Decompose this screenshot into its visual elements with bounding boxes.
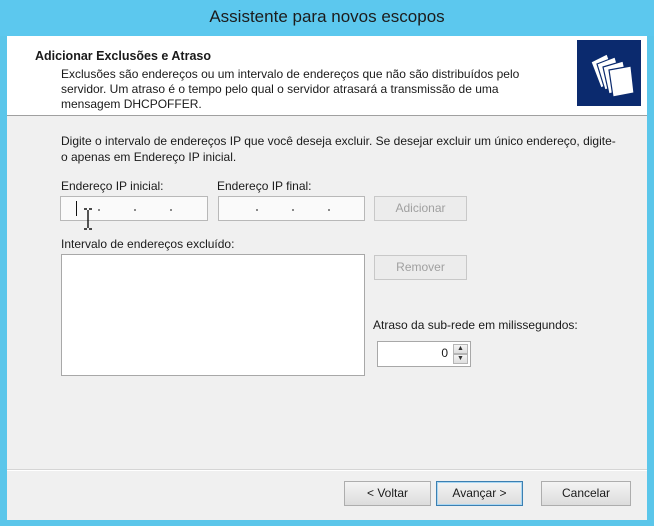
ip-dot-separator [170,209,172,211]
footer-separator [7,469,647,471]
instructions-text: Digite o intervalo de endereços IP que v… [61,134,616,164]
wizard-dialog: Adicionar Exclusões e Atraso Exclusões s… [7,36,647,520]
ip-dot-separator [98,209,100,211]
folders-icon [577,40,641,106]
page-description: Exclusões são endereços ou um intervalo … [61,67,520,111]
end-ip-label: Endereço IP final: [217,179,312,193]
ip-dot-separator [328,209,330,211]
ip-dot-separator [134,209,136,211]
wizard-header: Adicionar Exclusões e Atraso Exclusões s… [7,36,647,116]
delay-spinner[interactable]: 0 ▲ ▼ [377,341,471,367]
delay-label: Atraso da sub-rede em milissegundos: [373,318,578,332]
text-caret [76,201,77,216]
next-button[interactable]: Avançar > [436,481,523,506]
spin-up-arrow-icon[interactable]: ▲ [453,344,468,354]
window-title: Assistente para novos escopos [209,7,445,26]
page-title: Adicionar Exclusões e Atraso [35,49,211,63]
start-ip-label: Endereço IP inicial: [61,179,164,193]
spin-down-arrow-icon[interactable]: ▼ [453,354,468,364]
back-button[interactable]: < Voltar [344,481,431,506]
excluded-range-label: Intervalo de endereços excluído: [61,237,235,251]
add-button[interactable]: Adicionar [374,196,467,221]
ip-dot-separator [292,209,294,211]
remove-button[interactable]: Remover [374,255,467,280]
end-ip-input[interactable] [218,196,365,221]
excluded-range-list[interactable] [61,254,365,376]
title-bar[interactable]: Assistente para novos escopos [0,0,654,36]
delay-value: 0 [441,346,448,360]
ip-dot-separator [256,209,258,211]
text-cursor-icon [84,208,92,230]
cancel-button[interactable]: Cancelar [541,481,631,506]
